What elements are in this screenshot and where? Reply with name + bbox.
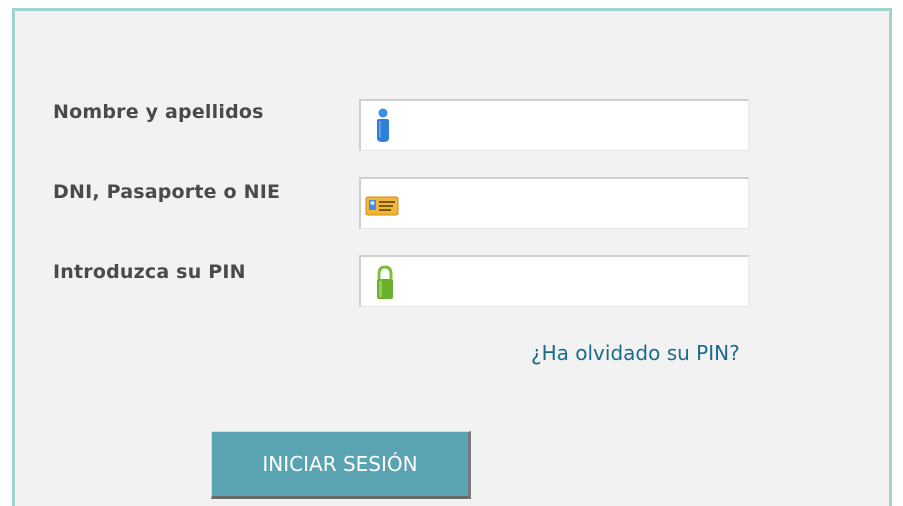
name-label: Nombre y apellidos bbox=[53, 101, 264, 123]
login-form-panel: Nombre y apellidos DNI, Pasaporte o NIE bbox=[12, 8, 892, 506]
name-field[interactable] bbox=[359, 99, 749, 151]
id-card-icon bbox=[365, 195, 399, 221]
user-icon bbox=[375, 108, 391, 148]
lock-icon bbox=[375, 265, 395, 305]
login-button-label: INICIAR SESIÓN bbox=[262, 452, 418, 476]
login-button[interactable]: INICIAR SESIÓN bbox=[211, 431, 471, 499]
name-input[interactable] bbox=[399, 101, 739, 150]
pin-label: Introduzca su PIN bbox=[53, 261, 246, 283]
forgot-pin-link[interactable]: ¿Ha olvidado su PIN? bbox=[531, 341, 740, 365]
document-field[interactable] bbox=[359, 177, 749, 229]
document-input[interactable] bbox=[399, 179, 739, 228]
pin-input[interactable] bbox=[399, 257, 739, 306]
document-label: DNI, Pasaporte o NIE bbox=[53, 181, 281, 203]
pin-field[interactable] bbox=[359, 255, 749, 307]
